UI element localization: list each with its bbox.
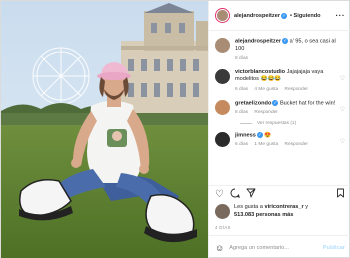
comment-username[interactable]: alejandrospeitzer bbox=[235, 38, 281, 44]
comment-bubble-svg bbox=[230, 188, 240, 198]
like-comment-heart-icon[interactable]: ♡ bbox=[340, 106, 345, 113]
comment-body: gretaelizondo ✓ Bucket hat for the win! 8… bbox=[235, 99, 345, 117]
bookmark-svg bbox=[337, 188, 344, 198]
likes-text: Les gusta a viricontreras_r y 513.083 pe… bbox=[234, 204, 308, 219]
comment-item: victorblancostudio Jajajajaja vaya model… bbox=[215, 69, 345, 93]
comment-body: alejandrospeitzer ✓ a' 95, o sea casi al … bbox=[235, 38, 345, 62]
comment-text: Bucket hat for the win! bbox=[279, 100, 336, 107]
author-avatar[interactable] bbox=[215, 8, 230, 23]
emoji-icon[interactable]: ☺ bbox=[215, 243, 224, 253]
more-dots-icon[interactable]: ··· bbox=[336, 11, 346, 19]
add-comment-bar: ☺ Publicar bbox=[209, 235, 350, 258]
comment-likes[interactable]: 4 Me gusta bbox=[254, 87, 278, 92]
photo-illustration bbox=[1, 1, 208, 258]
reply-link[interactable]: Responder bbox=[254, 110, 277, 115]
view-replies-label[interactable]: Ver respuestas (1) bbox=[257, 121, 296, 126]
verified-badge-icon: ✓ bbox=[282, 38, 289, 44]
comment-meta: 8 días Responder bbox=[235, 109, 337, 116]
comment-meta: 6 días 1 Me gusta Responder bbox=[235, 141, 337, 148]
comment-caption: alejandrospeitzer ✓ a' 95, o sea casi al … bbox=[215, 38, 345, 62]
heart-icon[interactable]: ♡ bbox=[215, 189, 224, 200]
comment-time: 6 días bbox=[235, 142, 249, 148]
comment-avatar[interactable] bbox=[215, 69, 230, 85]
comment-username[interactable]: victorblancostudio bbox=[235, 69, 285, 75]
following-status[interactable]: • Siguiendo bbox=[290, 13, 321, 19]
comment-username[interactable]: jimness bbox=[235, 132, 256, 138]
publish-button[interactable]: Publicar bbox=[323, 245, 345, 251]
post-photo[interactable] bbox=[1, 1, 208, 258]
likes-count[interactable]: 513.083 personas más bbox=[234, 212, 293, 218]
comment-meta: 8 días bbox=[235, 55, 337, 62]
comment-avatar[interactable] bbox=[215, 99, 230, 115]
comment-body: jimness ✓ 😍 6 días 1 Me gusta Responder bbox=[235, 131, 345, 149]
post-header: alejandrospeitzer ✓ • Siguiendo ··· bbox=[209, 1, 350, 31]
likes-summary: Les gusta a viricontreras_r y 513.083 pe… bbox=[215, 204, 345, 219]
comment-body: victorblancostudio Jajajajaja vaya model… bbox=[235, 69, 345, 93]
comment-item: jimness ✓ 😍 6 días 1 Me gusta Responder ♡ bbox=[215, 131, 345, 149]
like-comment-heart-icon[interactable]: ♡ bbox=[340, 138, 345, 145]
post-date[interactable]: 4 DÍAS bbox=[215, 225, 231, 230]
likes-suffix: y bbox=[303, 204, 309, 210]
instagram-post: alejandrospeitzer ✓ • Siguiendo ··· alej… bbox=[0, 0, 350, 258]
verified-badge-icon: ✓ bbox=[272, 99, 279, 106]
post-actions: ♡ bbox=[209, 185, 350, 203]
comment-likes[interactable]: 1 Me gusta bbox=[254, 142, 278, 147]
reply-link[interactable]: Responder bbox=[285, 87, 308, 92]
likes-prefix: Les gusta a bbox=[234, 204, 265, 210]
like-comment-heart-icon[interactable]: ♡ bbox=[340, 75, 345, 82]
view-replies[interactable]: Ver respuestas (1) bbox=[240, 121, 345, 126]
comments-list: alejandrospeitzer ✓ a' 95, o sea casi al … bbox=[209, 32, 350, 182]
comment-time: 6 días bbox=[235, 86, 249, 92]
replies-line bbox=[240, 122, 252, 124]
comment-input[interactable] bbox=[229, 244, 323, 251]
comment-text: 😍 bbox=[264, 132, 272, 139]
share-icon[interactable] bbox=[246, 188, 256, 201]
comment-time: 8 días bbox=[235, 55, 249, 61]
comment-icon[interactable] bbox=[230, 188, 240, 201]
liker-avatar[interactable] bbox=[215, 204, 230, 219]
author-username[interactable]: alejandrospeitzer bbox=[234, 13, 280, 19]
share-plane-svg bbox=[246, 188, 256, 198]
comment-username[interactable]: gretaelizondo bbox=[235, 100, 271, 106]
verified-badge-icon: ✓ bbox=[256, 131, 263, 138]
following-label[interactable]: Siguiendo bbox=[294, 13, 321, 19]
comment-item: gretaelizondo ✓ Bucket hat for the win! 8… bbox=[215, 99, 345, 117]
verified-badge-icon: ✓ bbox=[281, 12, 288, 19]
comment-meta: 6 días 4 Me gusta Responder bbox=[235, 86, 337, 93]
comment-avatar[interactable] bbox=[215, 38, 230, 53]
bookmark-icon[interactable] bbox=[336, 188, 345, 201]
reply-link[interactable]: Responder bbox=[285, 142, 308, 147]
liker-username[interactable]: viricontreras_r bbox=[264, 204, 303, 210]
comment-avatar[interactable] bbox=[215, 131, 230, 147]
comment-time: 8 días bbox=[235, 110, 249, 116]
post-side-panel: alejandrospeitzer ✓ • Siguiendo ··· alej… bbox=[208, 1, 350, 258]
